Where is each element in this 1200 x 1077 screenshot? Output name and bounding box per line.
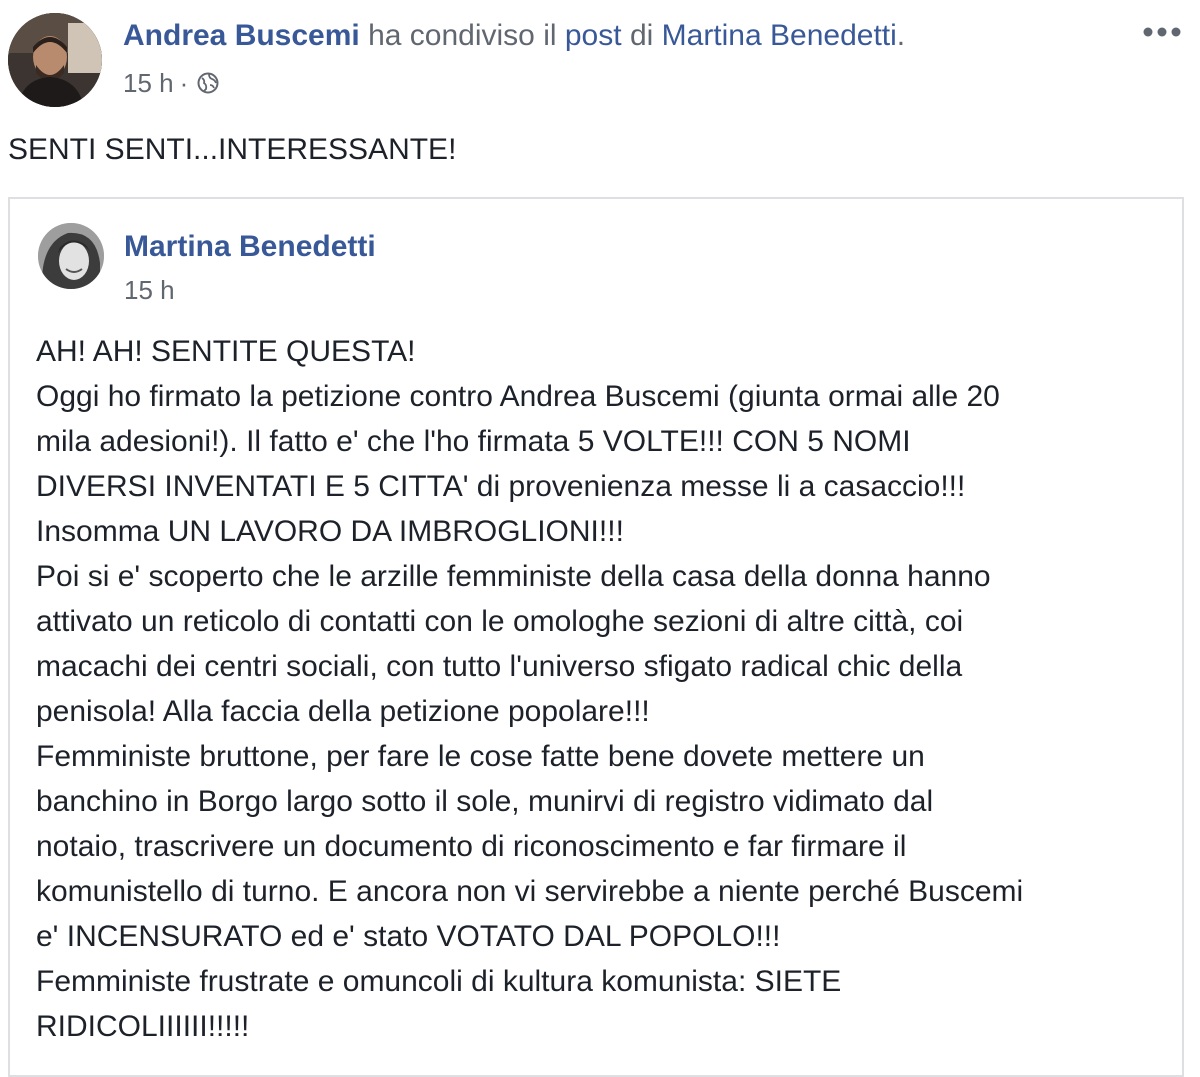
body-line: Femministe bruttone, per fare le cose fa… [36, 740, 925, 773]
more-options-icon [1143, 27, 1181, 37]
shared-post-body: AH! AH! SENTITE QUESTA! Oggi ho firmato … [36, 329, 1176, 1049]
shared-post-timestamp[interactable]: 15 h [124, 273, 175, 307]
body-line: banchino in Borgo largo sotto il sole, m… [36, 785, 934, 818]
author-name-link[interactable]: Andrea Buscemi [123, 19, 360, 52]
author-photo [8, 13, 102, 107]
body-line: RIDICOLIIIIII!!!!! [36, 1010, 250, 1043]
body-line: Femministe frustrate e omuncoli di kultu… [36, 965, 842, 998]
shared-post-card: Andrea Buscemi ha condiviso il post di M… [0, 0, 1200, 1077]
post-timestamp[interactable]: 15 h [123, 66, 174, 100]
post-meta: 15 h · [123, 66, 220, 100]
body-line: mila adesioni!). Il fatto e' che l'ho fi… [36, 425, 911, 458]
body-line: attivato un reticolo di contatti con le … [36, 605, 964, 638]
original-author-link[interactable]: Martina Benedetti [662, 19, 897, 52]
body-line: penisola! Alla faccia della petizione po… [36, 695, 650, 728]
embedded-post[interactable]: Martina Benedetti 15 h AH! AH! SENTITE Q… [8, 197, 1184, 1077]
shared-author-avatar[interactable] [38, 223, 104, 289]
preposition-text: di [629, 19, 654, 52]
post-header: Andrea Buscemi ha condiviso il post di M… [123, 16, 905, 56]
post-link[interactable]: post [565, 19, 622, 52]
shared-author-name-link[interactable]: Martina Benedetti [124, 227, 376, 267]
body-line: macachi dei centri sociali, con tutto l'… [36, 650, 963, 683]
share-action-text: ha condiviso il [368, 19, 557, 52]
author-avatar[interactable] [8, 13, 102, 107]
body-line: Poi si e' scoperto che le arzille femmin… [36, 560, 991, 593]
body-line: e' INCENSURATO ed e' stato VOTATO DAL PO… [36, 920, 781, 953]
body-line: AH! AH! SENTITE QUESTA! [36, 335, 416, 368]
body-line: komunistello di turno. E ancora non vi s… [36, 875, 1024, 908]
header-trailing-period: . [896, 19, 906, 52]
shared-author-photo [38, 223, 104, 289]
body-line: Oggi ho firmato la petizione contro Andr… [36, 380, 1000, 413]
share-caption: SENTI SENTI...INTERESSANTE! [8, 133, 457, 166]
globe-icon[interactable] [196, 71, 220, 95]
meta-separator: · [179, 68, 189, 98]
body-line: Insomma UN LAVORO DA IMBROGLIONI!!! [36, 515, 624, 548]
more-options-button[interactable] [1140, 18, 1184, 46]
body-line: notaio, trascrivere un documento di rico… [36, 830, 907, 863]
body-line: DIVERSI INVENTATI E 5 CITTA' di provenie… [36, 470, 966, 503]
